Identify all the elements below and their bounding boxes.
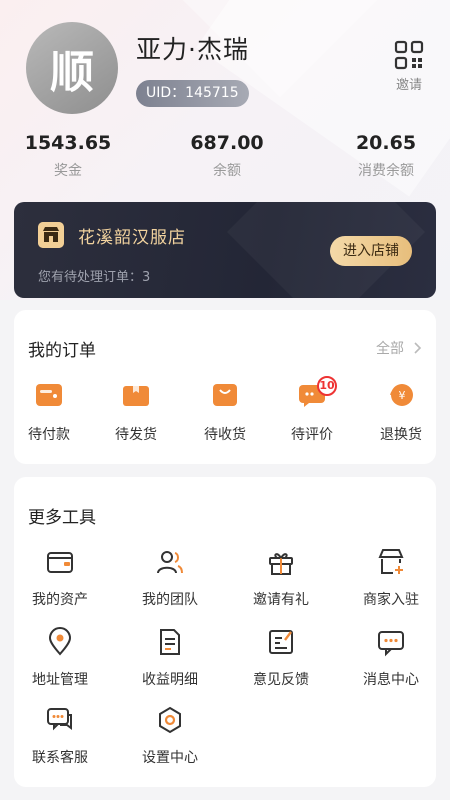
wallet-icon	[36, 384, 62, 406]
order-refund[interactable]: ¥ 退换货	[359, 382, 443, 444]
tool-messages[interactable]: 消息中心	[341, 627, 441, 689]
location-icon	[48, 627, 72, 656]
order-pending-payment[interactable]: 待付款	[7, 382, 91, 444]
settings-icon	[159, 706, 181, 734]
team-icon	[157, 551, 183, 574]
store-icon	[38, 222, 64, 248]
tool-label: 收益明细	[142, 672, 198, 688]
tool-label: 邀请有礼	[253, 592, 309, 608]
wallet-icon	[47, 552, 73, 573]
stat-label: 奖金	[54, 163, 82, 179]
tool-label: 地址管理	[32, 672, 88, 688]
user-name: 亚力·杰瑞	[136, 35, 249, 64]
stats-row: 1543.65 奖金 687.00 余额 20.65 消费余额	[0, 132, 450, 192]
invite-label: 邀请	[395, 78, 422, 93]
stat-value: 1543.65	[24, 132, 112, 154]
order-pending-review[interactable]: 10 待评价	[270, 376, 354, 444]
shop-add-icon	[378, 549, 404, 574]
tool-merchant-join[interactable]: 商家入驻	[341, 547, 441, 609]
tool-label: 商家入驻	[363, 592, 419, 608]
tool-label: 联系客服	[32, 750, 88, 766]
avatar[interactable]: 顺	[26, 22, 118, 114]
review-count-badge: 10	[317, 376, 337, 396]
tool-customer-service[interactable]: 联系客服	[10, 705, 110, 767]
order-label: 待评价	[291, 427, 333, 443]
refund-icon: ¥	[390, 384, 413, 406]
tool-settings[interactable]: 设置中心	[120, 705, 220, 767]
stat-consume-balance[interactable]: 20.65 消费余额	[326, 132, 446, 180]
stat-balance[interactable]: 687.00 余额	[167, 132, 287, 180]
order-pending-shipment[interactable]: 待发货	[94, 382, 178, 444]
order-label: 待收货	[204, 427, 246, 443]
my-orders-card: 我的订单 全部 待付款 待发货 待收货 10 待评价 ¥ 退换货	[14, 310, 436, 464]
tool-my-assets[interactable]: 我的资产	[10, 547, 110, 609]
orders-title: 我的订单	[28, 341, 96, 361]
store-pending-orders: 您有待处理订单：3	[38, 270, 151, 285]
chevron-right-icon	[414, 342, 422, 354]
order-label: 退换货	[380, 427, 422, 443]
tool-address[interactable]: 地址管理	[10, 627, 110, 689]
avatar-initial: 顺	[50, 47, 94, 98]
chat-icon	[47, 708, 72, 731]
orders-all-label: 全部	[376, 341, 404, 357]
order-pending-receipt[interactable]: 待收货	[183, 382, 267, 444]
store-card[interactable]: 花溪韶汉服店 您有待处理订单：3 进入店铺	[14, 202, 436, 298]
qr-code-icon	[394, 40, 424, 70]
stat-bonus[interactable]: 1543.65 奖金	[8, 132, 128, 180]
enter-store-button[interactable]: 进入店铺	[330, 236, 412, 266]
svg-text:¥: ¥	[399, 389, 406, 402]
message-icon	[378, 631, 404, 657]
order-label: 待发货	[115, 427, 157, 443]
tool-label: 我的资产	[32, 592, 88, 608]
tool-feedback[interactable]: 意见反馈	[231, 627, 331, 689]
feedback-icon	[269, 630, 293, 654]
tool-earnings[interactable]: 收益明细	[120, 627, 220, 689]
orders-all-link[interactable]: 全部	[376, 338, 424, 358]
uid-badge: UID：145715	[136, 80, 249, 107]
stat-label: 消费余额	[358, 163, 414, 179]
order-label: 待付款	[28, 427, 70, 443]
tool-invite-gift[interactable]: 邀请有礼	[231, 547, 331, 609]
gift-icon	[269, 553, 293, 575]
invite-button[interactable]: 邀请	[386, 40, 432, 93]
tool-label: 我的团队	[142, 592, 198, 608]
tool-my-team[interactable]: 我的团队	[120, 547, 220, 609]
bag-icon	[213, 384, 237, 406]
tool-label: 设置中心	[142, 750, 198, 766]
store-name: 花溪韶汉服店	[78, 228, 186, 248]
package-icon	[123, 386, 149, 406]
tools-title: 更多工具	[28, 508, 96, 528]
tool-label: 消息中心	[363, 672, 419, 688]
stat-value: 687.00	[190, 132, 264, 154]
stat-label: 余额	[213, 163, 241, 179]
document-icon	[160, 629, 180, 655]
tool-label: 意见反馈	[253, 672, 309, 688]
more-tools-card: 更多工具 我的资产 我的团队 邀请有礼 商家入驻 地址管理 收益明细 意见反馈 …	[14, 477, 436, 787]
stat-value: 20.65	[355, 132, 417, 154]
